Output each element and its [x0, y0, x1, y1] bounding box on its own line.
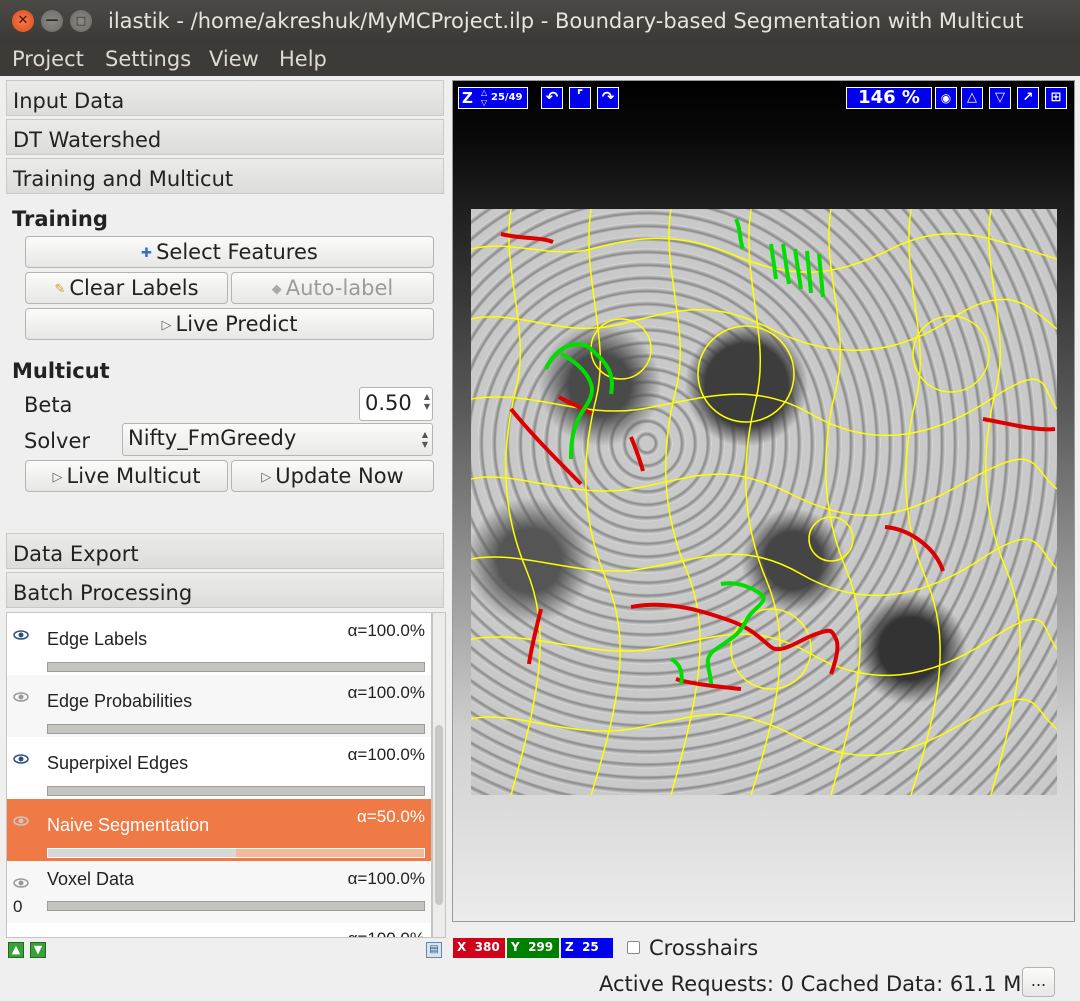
applet-batch-processing[interactable]: Batch Processing — [6, 572, 444, 608]
applet-drawer: Input Data DT Watershed Training and Mul… — [0, 76, 450, 608]
update-now-button[interactable]: ▷ Update Now — [231, 460, 434, 492]
triangle-down-icon[interactable]: ▽ — [989, 87, 1011, 109]
layer-list: Edge Labels α=100.0% Edge Probabilities … — [6, 612, 432, 938]
close-window-button[interactable]: ✕ — [12, 10, 34, 32]
layer-voxel-data[interactable]: Voxel Data α=100.0% 0 — [7, 861, 431, 923]
solver-select[interactable]: Nifty_FmGreedy ▲ ▼ — [122, 423, 433, 456]
channel-spinbox[interactable]: 0 — [13, 897, 22, 917]
crosshairs-label: Crosshairs — [649, 936, 759, 960]
minimize-window-button[interactable]: — — [41, 10, 63, 32]
live-predict-button[interactable]: ▷ Live Predict — [25, 308, 434, 340]
beta-label: Beta — [24, 393, 73, 417]
grid-icon[interactable]: ⊞ — [1045, 87, 1067, 109]
opacity-slider[interactable] — [47, 848, 425, 858]
solver-label: Solver — [24, 429, 90, 453]
status-text: Active Requests: 0 Cached Data: 61.1 MB — [599, 972, 1036, 996]
z-coordinate: Z 25 — [561, 938, 613, 958]
menu-view[interactable]: View — [209, 47, 259, 71]
select-features-button[interactable]: ✚ Select Features — [25, 236, 434, 268]
spin-arrows-icon[interactable]: ▲ ▼ — [424, 392, 430, 412]
slice-indicator[interactable]: Z △ ▽ 25/49 — [458, 87, 528, 109]
opacity-slider[interactable] — [47, 786, 425, 796]
brush-icon: ✎ — [54, 282, 66, 297]
opacity-slider[interactable] — [47, 901, 425, 911]
camera-icon[interactable]: ◉ — [935, 87, 957, 109]
live-multicut-button[interactable]: ▷ Live Multicut — [25, 460, 228, 492]
layer-superpixel-edges[interactable]: Superpixel Edges α=100.0% — [7, 737, 431, 799]
multicut-section-label: Multicut — [12, 359, 110, 383]
play-icon: ▷ — [52, 470, 63, 485]
eye-closed-icon[interactable] — [13, 875, 29, 891]
opacity-slider[interactable] — [47, 662, 425, 672]
eye-closed-icon[interactable] — [13, 813, 29, 829]
applet-dt-watershed[interactable]: DT Watershed — [6, 119, 444, 155]
menu-settings[interactable]: Settings — [105, 47, 191, 71]
triangle-up-icon[interactable]: △ — [961, 87, 983, 109]
applet-training-multicut[interactable]: Training and Multicut — [6, 158, 444, 194]
more-button[interactable]: ... — [1022, 967, 1055, 997]
layer-options-icon[interactable]: ▤ — [426, 942, 442, 958]
eye-icon[interactable] — [13, 627, 29, 643]
plus-icon: ✚ — [141, 246, 153, 261]
auto-label-button[interactable]: ◆ Auto-label — [231, 272, 434, 304]
zoom-level[interactable]: 146 % — [846, 87, 932, 109]
play-icon: ▷ — [261, 470, 272, 485]
auto-label-icon: ◆ — [271, 282, 282, 297]
em-image[interactable] — [471, 209, 1057, 795]
status-bar: Active Requests: 0 Cached Data: 61.1 MB … — [0, 966, 1080, 1001]
y-coordinate: Y 299 — [507, 938, 559, 958]
eye-closed-icon[interactable] — [13, 689, 29, 705]
layer-edge-probabilities[interactable]: Edge Probabilities α=100.0% — [7, 675, 431, 737]
layer-naive-segmentation[interactable]: Naive Segmentation α=50.0% — [7, 799, 431, 861]
applet-data-export[interactable]: Data Export — [6, 533, 444, 569]
x-coordinate: X 380 — [453, 938, 505, 958]
menu-help[interactable]: Help — [279, 47, 327, 71]
rotate-right-icon[interactable]: ↷ — [597, 87, 619, 109]
opacity-slider[interactable] — [47, 724, 425, 734]
menu-project[interactable]: Project — [12, 47, 84, 71]
training-section-label: Training — [12, 207, 108, 231]
window-title: ilastik - /home/akreshuk/MyMCProject.ilp… — [108, 9, 1024, 33]
chevron-down-icon: ▲ ▼ — [421, 430, 428, 449]
eye-icon[interactable] — [13, 751, 29, 767]
swap-axes-icon[interactable]: ⌜ — [569, 87, 591, 109]
arrow-down-icon[interactable]: ▼ — [30, 942, 46, 958]
maximize-icon[interactable]: ↗ — [1017, 87, 1039, 109]
crosshairs-checkbox[interactable] — [627, 941, 640, 954]
rotate-left-icon[interactable]: ↶ — [541, 87, 563, 109]
segmentation-overlay — [471, 209, 1057, 795]
layer-partial[interactable]: α=100.0% — [7, 923, 431, 937]
arrow-up-icon[interactable]: ▲ — [8, 942, 24, 958]
title-bar: ✕ — □ ilastik - /home/akreshuk/MyMCProje… — [0, 0, 1080, 44]
applet-input-data[interactable]: Input Data — [6, 80, 444, 116]
beta-spinbox[interactable]: 0.50 ▲ ▼ — [359, 387, 433, 421]
maximize-window-button[interactable]: □ — [70, 10, 92, 32]
menu-bar: Project Settings View Help — [0, 44, 1080, 76]
layer-edge-labels[interactable]: Edge Labels α=100.0% — [7, 613, 431, 675]
layer-list-scrollbar[interactable] — [432, 612, 446, 938]
play-icon: ▷ — [161, 318, 172, 333]
slice-spin-icon[interactable]: △ ▽ — [481, 88, 487, 108]
clear-labels-button[interactable]: ✎ Clear Labels — [25, 272, 228, 304]
image-viewer[interactable]: Z △ ▽ 25/49 ↶ ⌜ ↷ 146 % ◉ △ ▽ ↗ ⊞ — [452, 80, 1075, 922]
